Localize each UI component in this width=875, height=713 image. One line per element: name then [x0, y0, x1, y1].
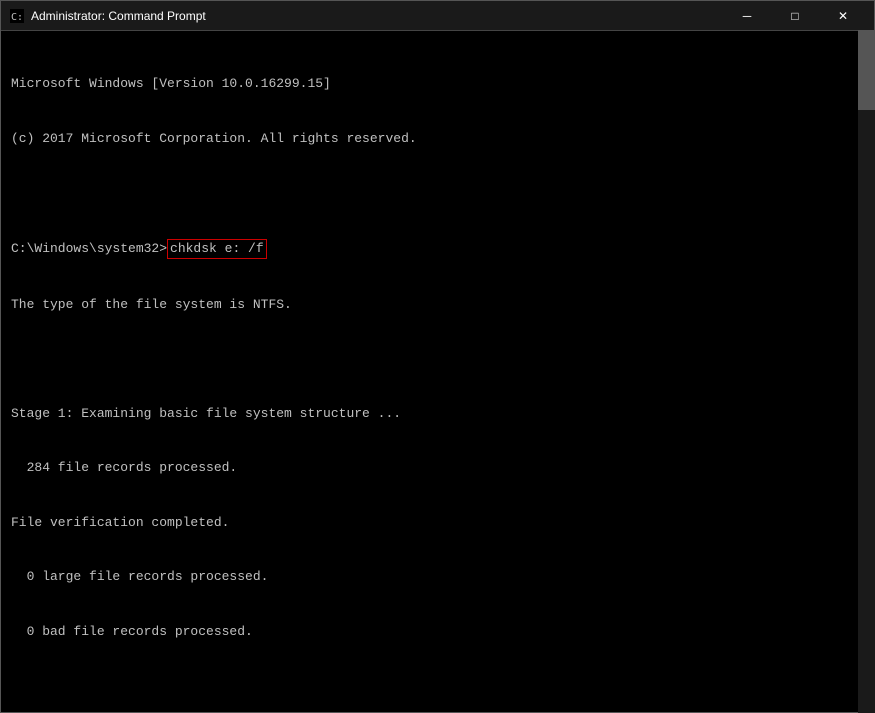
title-bar-title: Administrator: Command Prompt — [31, 9, 206, 23]
scrollbar-thumb[interactable] — [858, 30, 875, 110]
terminal-line-0: Microsoft Windows [Version 10.0.16299.15… — [11, 75, 864, 93]
prompt: C:\Windows\system32> — [11, 240, 167, 258]
svg-text:C:: C: — [11, 12, 23, 23]
terminal-line-9: 0 large file records processed. — [11, 568, 864, 586]
terminal-line-8: File verification completed. — [11, 514, 864, 532]
terminal-line-10: 0 bad file records processed. — [11, 623, 864, 641]
command-text[interactable]: chkdsk e: /f — [167, 239, 267, 259]
cmd-icon: C: — [9, 8, 25, 24]
terminal-line-7: 284 file records processed. — [11, 459, 864, 477]
terminal-line-6: Stage 1: Examining basic file system str… — [11, 405, 864, 423]
terminal-line-1: (c) 2017 Microsoft Corporation. All righ… — [11, 130, 864, 148]
scrollbar-track[interactable] — [858, 30, 875, 713]
title-bar-left: C: Administrator: Command Prompt — [9, 8, 206, 24]
terminal-line-4: The type of the file system is NTFS. — [11, 296, 864, 314]
terminal-line-11 — [11, 678, 864, 696]
cmd-window: C: Administrator: Command Prompt ─ □ ✕ M… — [0, 0, 875, 713]
title-bar-controls: ─ □ ✕ — [724, 1, 866, 31]
minimize-button[interactable]: ─ — [724, 1, 770, 31]
terminal-body[interactable]: Microsoft Windows [Version 10.0.16299.15… — [1, 31, 874, 712]
window: C: Administrator: Command Prompt ─ □ ✕ M… — [0, 0, 875, 713]
terminal-line-5 — [11, 350, 864, 368]
cmd-line: C:\Windows\system32>chkdsk e: /f — [11, 239, 864, 259]
maximize-button[interactable]: □ — [772, 1, 818, 31]
terminal-line-2 — [11, 185, 864, 203]
title-bar: C: Administrator: Command Prompt ─ □ ✕ — [1, 1, 874, 31]
close-button[interactable]: ✕ — [820, 1, 866, 31]
